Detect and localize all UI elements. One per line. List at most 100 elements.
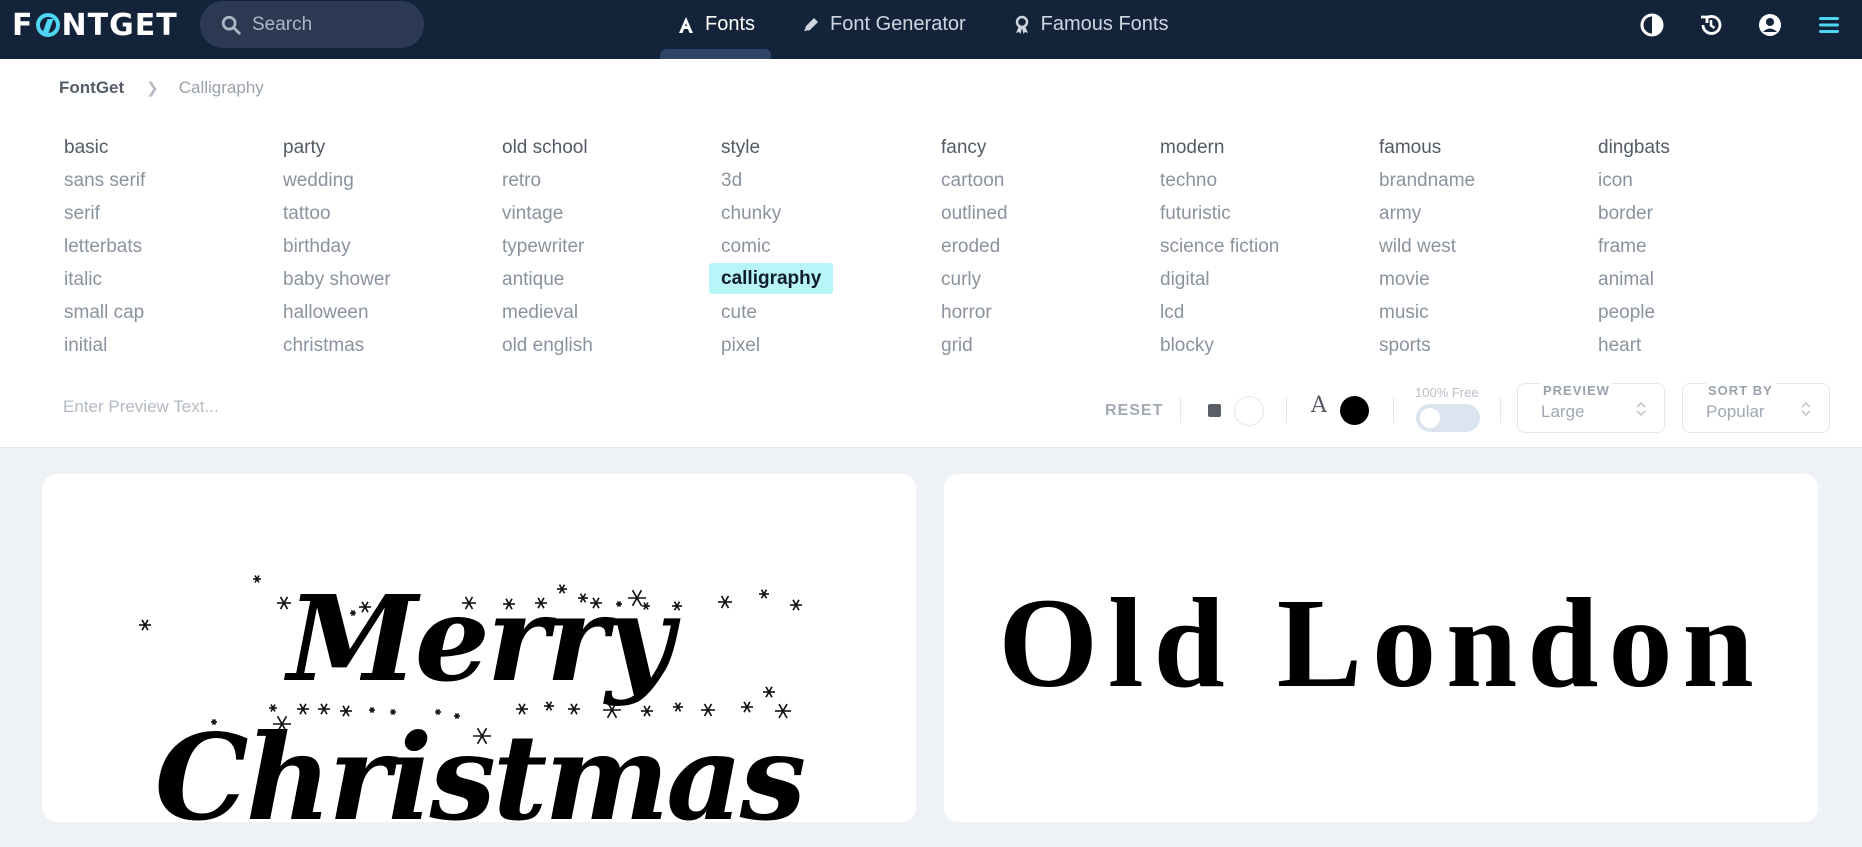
category-link[interactable]: grid (941, 329, 973, 362)
category-column: old school retro vintage typewriter antique m… (502, 131, 712, 362)
category-row: small cap (64, 296, 274, 329)
category-link[interactable]: old english (502, 329, 593, 362)
category-link[interactable]: small cap (64, 296, 144, 329)
nav-fonts[interactable]: Fonts (660, 0, 772, 59)
sort-by-select[interactable]: SORT BY Popular (1682, 383, 1830, 433)
category-link[interactable]: initial (64, 329, 107, 362)
category-link[interactable]: outlined (941, 197, 1008, 230)
category-link[interactable]: icon (1598, 164, 1633, 197)
category-row: blocky (1160, 329, 1370, 362)
category-link[interactable]: medieval (502, 296, 578, 329)
category-row: digital (1160, 263, 1370, 296)
category-link[interactable]: calligraphy (709, 263, 834, 294)
fontget-logo[interactable]: F NTGET (12, 8, 178, 43)
category-link[interactable]: tattoo (283, 197, 331, 230)
category-heading[interactable]: dingbats (1598, 131, 1808, 164)
divider (1180, 397, 1181, 423)
category-row: border (1598, 197, 1808, 230)
category-link[interactable]: cute (721, 296, 757, 329)
search-icon (221, 15, 241, 35)
category-heading[interactable]: old school (502, 131, 712, 164)
category-link[interactable]: chunky (721, 197, 781, 230)
category-heading[interactable]: party (283, 131, 493, 164)
category-link[interactable]: antique (502, 263, 564, 296)
contrast-button[interactable] (1637, 10, 1667, 40)
category-link[interactable]: heart (1598, 329, 1641, 362)
category-link[interactable]: baby shower (283, 263, 391, 296)
divider (1393, 397, 1394, 423)
nav-font-generator[interactable]: Font Generator (785, 0, 982, 49)
category-row: grid (941, 329, 1151, 362)
category-link[interactable]: people (1598, 296, 1655, 329)
account-button[interactable] (1755, 10, 1785, 40)
breadcrumb-home[interactable]: FontGet (59, 78, 124, 98)
category-row: christmas (283, 329, 493, 362)
category-row: outlined (941, 197, 1151, 230)
category-link[interactable]: eroded (941, 230, 1000, 263)
category-heading[interactable]: modern (1160, 131, 1370, 164)
category-link[interactable]: animal (1598, 263, 1654, 296)
category-link[interactable]: birthday (283, 230, 351, 263)
category-link[interactable]: comic (721, 230, 771, 263)
category-link[interactable]: lcd (1160, 296, 1184, 329)
category-link[interactable]: movie (1379, 263, 1430, 296)
category-row: futuristic (1160, 197, 1370, 230)
font-card[interactable]: Old London (944, 474, 1818, 822)
category-row: chunky (721, 197, 931, 230)
category-row: wedding (283, 164, 493, 197)
text-color-swatch[interactable] (1340, 396, 1369, 425)
category-link[interactable]: sans serif (64, 164, 145, 197)
category-heading[interactable]: fancy (941, 131, 1151, 164)
category-column: party wedding tattoo birthday baby shower hal… (283, 131, 493, 362)
nav-font-generator-label: Font Generator (830, 13, 966, 35)
category-link[interactable]: futuristic (1160, 197, 1231, 230)
category-link[interactable]: halloween (283, 296, 369, 329)
search-box[interactable]: Search (200, 1, 424, 48)
contrast-icon (1640, 13, 1664, 36)
category-link[interactable]: sports (1379, 329, 1431, 362)
category-link[interactable]: science fiction (1160, 230, 1279, 263)
category-link[interactable]: blocky (1160, 329, 1214, 362)
category-link[interactable]: 3d (721, 164, 742, 197)
font-card[interactable]: Merry Christmas (42, 474, 916, 847)
category-row: letterbats (64, 230, 274, 263)
breadcrumb: FontGet ❯ Calligraphy (59, 78, 264, 98)
preview-size-select[interactable]: PREVIEW Large (1517, 383, 1665, 433)
category-link[interactable]: retro (502, 164, 541, 197)
preview-controls: RESET A 100% Free PREVIEW Large SORT BY … (0, 379, 1862, 439)
category-heading[interactable]: famous (1379, 131, 1589, 164)
history-button[interactable] (1696, 10, 1726, 40)
category-link[interactable]: army (1379, 197, 1421, 230)
category-link[interactable]: music (1379, 296, 1429, 329)
category-row: baby shower (283, 263, 493, 296)
nav-famous-fonts[interactable]: Famous Fonts (996, 0, 1185, 49)
category-link[interactable]: digital (1160, 263, 1210, 296)
category-link[interactable]: curly (941, 263, 981, 296)
category-link[interactable]: frame (1598, 230, 1647, 263)
category-column: basic sans serif serif letterbats italic smal… (64, 131, 274, 362)
breadcrumb-current: Calligraphy (178, 78, 264, 97)
category-row: initial (64, 329, 274, 362)
category-link[interactable]: pixel (721, 329, 760, 362)
category-link[interactable]: cartoon (941, 164, 1004, 197)
category-link[interactable]: serif (64, 197, 100, 230)
category-row: old english (502, 329, 712, 362)
category-link[interactable]: letterbats (64, 230, 142, 263)
category-link[interactable]: wedding (283, 164, 354, 197)
category-heading[interactable]: style (721, 131, 931, 164)
category-link[interactable]: typewriter (502, 230, 584, 263)
category-link[interactable]: wild west (1379, 230, 1456, 263)
category-row: antique (502, 263, 712, 296)
free-only-toggle[interactable] (1416, 404, 1480, 432)
category-heading[interactable]: basic (64, 131, 274, 164)
category-link[interactable]: border (1598, 197, 1653, 230)
category-link[interactable]: italic (64, 263, 102, 296)
category-link[interactable]: vintage (502, 197, 563, 230)
category-link[interactable]: techno (1160, 164, 1217, 197)
reset-button[interactable]: RESET (1105, 402, 1163, 420)
menu-button[interactable] (1814, 10, 1844, 40)
background-color-swatch[interactable] (1234, 396, 1264, 426)
category-link[interactable]: christmas (283, 329, 364, 362)
category-link[interactable]: horror (941, 296, 992, 329)
category-link[interactable]: brandname (1379, 164, 1475, 197)
